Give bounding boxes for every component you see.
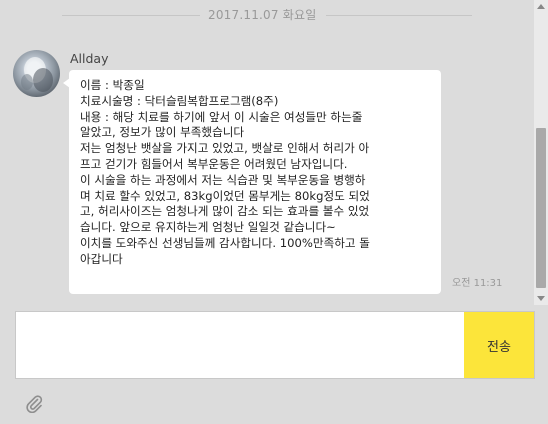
chat-scrollbar[interactable] xyxy=(534,0,548,305)
message-bubble: 이름 : 박종일 치료시술명 : 닥터슬림복합프로그램(8주) 내용 : 해당 … xyxy=(69,70,441,294)
scrollbar-thumb[interactable] xyxy=(536,128,546,288)
message-composer: 전송 xyxy=(15,311,535,379)
message-input[interactable] xyxy=(16,312,464,378)
scroll-up-arrow-icon[interactable] xyxy=(537,4,545,9)
sender-name: Allday xyxy=(70,51,109,66)
divider-line-left xyxy=(62,15,200,16)
message-time: 오전 11:31 xyxy=(452,278,503,289)
avatar[interactable] xyxy=(13,50,60,97)
attach-button[interactable] xyxy=(24,393,44,413)
paperclip-icon xyxy=(26,395,43,413)
scroll-down-arrow-icon[interactable] xyxy=(537,296,545,301)
profile-photo-icon xyxy=(21,57,53,92)
divider-line-right xyxy=(326,15,472,16)
chat-area: 2017.11.07 화요일 Allday 이름 : 박종일 치료시술명 : 닥… xyxy=(0,0,548,300)
date-divider-label: 2017.11.07 화요일 xyxy=(208,8,317,22)
date-divider: 2017.11.07 화요일 xyxy=(0,4,534,26)
send-button[interactable]: 전송 xyxy=(464,312,534,378)
